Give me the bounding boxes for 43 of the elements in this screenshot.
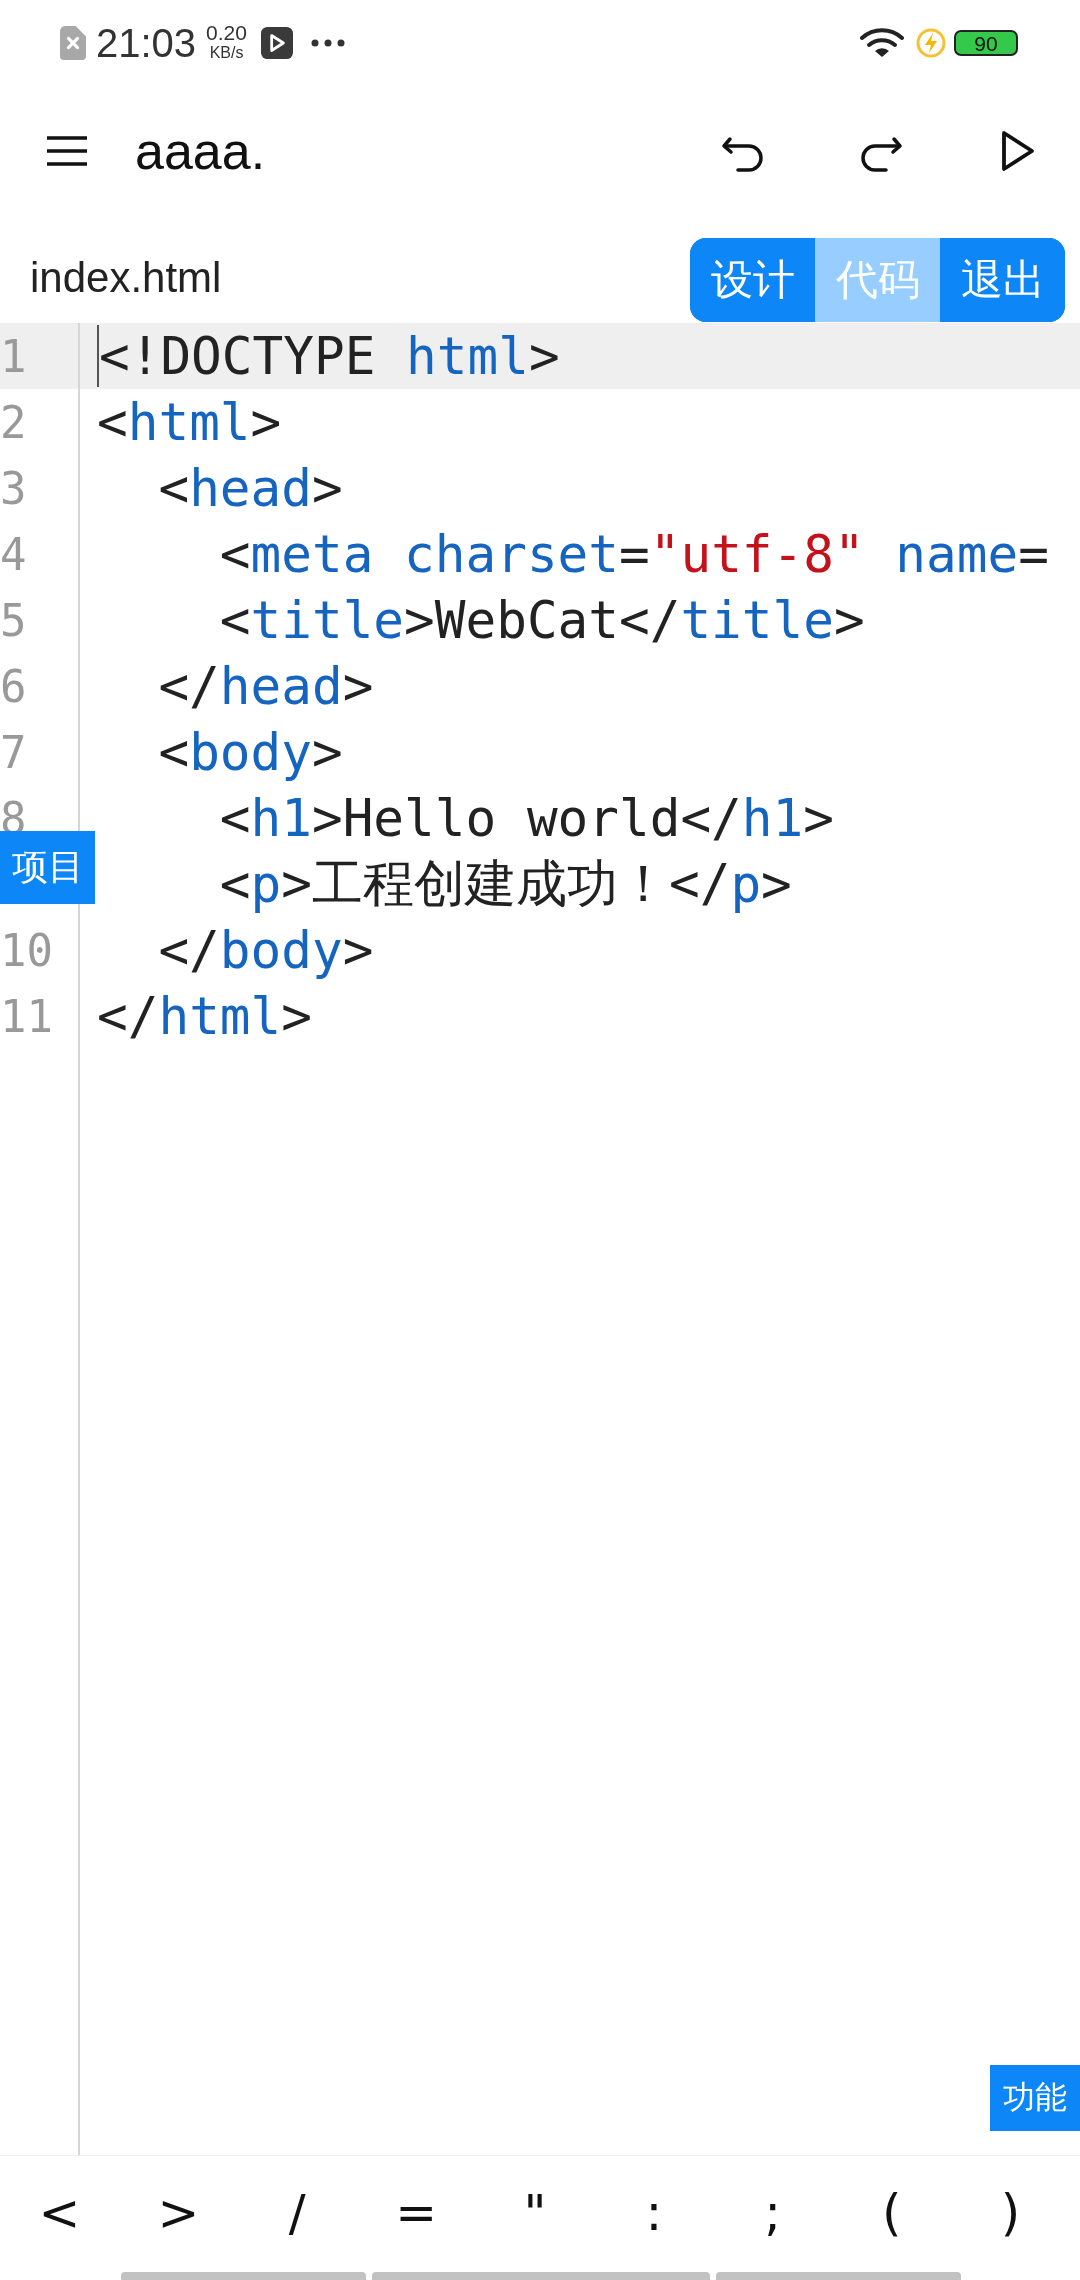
code-line[interactable]: <head> — [97, 455, 343, 521]
code-line[interactable]: <html> — [97, 389, 282, 455]
code-line[interactable]: <h1>Hello world</h1> — [97, 785, 834, 851]
status-time: 21:03 — [96, 20, 197, 66]
code-line[interactable]: </head> — [97, 653, 374, 719]
network-speed: 0.20 — [206, 23, 247, 43]
charging-icon — [916, 28, 946, 58]
file-name: index.html — [30, 253, 222, 302]
line-number: 4 — [0, 528, 27, 580]
code-line[interactable]: </body> — [97, 917, 374, 983]
sim-off-icon — [60, 26, 86, 60]
line-number: 6 — [0, 660, 27, 712]
code-line[interactable]: <body> — [97, 719, 343, 785]
battery-level-text: 90 — [974, 32, 998, 54]
code-line[interactable]: <!DOCTYPE html> — [97, 323, 560, 389]
symbol-key[interactable]: = — [356, 2176, 476, 2250]
wifi-icon — [860, 27, 904, 59]
line-number: 10 — [0, 924, 53, 976]
line-number: 5 — [0, 594, 27, 646]
line-number: 1 — [0, 330, 27, 382]
line-number: 7 — [0, 726, 27, 778]
code-line[interactable]: </html> — [97, 983, 312, 1049]
symbol-key[interactable]: > — [118, 2176, 238, 2250]
symbol-key[interactable]: ; — [713, 2176, 833, 2250]
code-line[interactable]: <meta charset="utf-8" name= — [97, 521, 1049, 587]
symbol-key[interactable]: < — [0, 2176, 119, 2250]
symbol-key[interactable]: / — [237, 2176, 357, 2250]
line-number: 2 — [0, 396, 27, 448]
more-dots-icon — [311, 39, 345, 47]
menu-icon[interactable] — [45, 135, 89, 167]
play-app-icon — [261, 27, 293, 59]
line-number: 11 — [0, 990, 53, 1042]
project-title: aaaa. — [135, 121, 267, 181]
function-button[interactable]: 功能 — [990, 2065, 1080, 2131]
symbol-key[interactable]: " — [475, 2176, 595, 2250]
line-number: 3 — [0, 462, 27, 514]
code-line[interactable]: <title>WebCat</title> — [97, 587, 865, 653]
network-speed-unit: KB/s — [209, 43, 244, 63]
symbol-key[interactable]: ( — [832, 2176, 952, 2250]
project-button[interactable]: 项目 — [0, 831, 95, 904]
symbol-key[interactable]: : — [594, 2176, 714, 2250]
code-line[interactable]: <p>工程创建成功！</p> — [97, 851, 792, 917]
symbol-key[interactable]: ) — [951, 2176, 1070, 2250]
